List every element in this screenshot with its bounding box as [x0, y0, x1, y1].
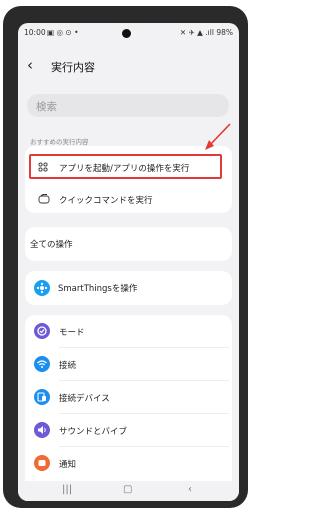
screen: 10:00 ▣ ◎ ⊙ • ✕ ✈ ▲ .ıll 98% ‹ 実行内容 検索 お…: [18, 23, 239, 501]
sound-icon: [34, 422, 50, 438]
list-item-mode[interactable]: モード: [25, 315, 232, 347]
search-input[interactable]: 検索: [27, 94, 229, 117]
mode-icon: [34, 323, 50, 339]
all-operations-label: 全ての操作: [30, 240, 73, 250]
notification-icon: [34, 455, 50, 471]
devices-icon: [34, 389, 50, 405]
quick-command-icon: [38, 194, 50, 204]
recommended-item-label: クイックコマンドを実行: [59, 196, 153, 206]
smartthings-label: SmartThingsを操作: [58, 284, 138, 294]
list-item-sound-vibration[interactable]: サウンドとバイブ: [25, 414, 232, 446]
list-item-connected-devices[interactable]: 接続デバイス: [25, 381, 232, 413]
wifi-icon: [34, 356, 50, 372]
page-title: 実行内容: [51, 61, 95, 74]
home-icon[interactable]: ▢: [123, 484, 132, 495]
recommended-card: アプリを起動/アプリの操作を実行 クイックコマンドを実行: [25, 146, 232, 213]
list-item-label: 接続デバイス: [59, 394, 110, 404]
battery-level: 98%: [216, 28, 233, 37]
list-item-label: サウンドとバイブ: [59, 427, 128, 437]
recommended-item-label: アプリを起動/アプリの操作を実行: [59, 164, 190, 174]
status-bar: 10:00 ▣ ◎ ⊙ • ✕ ✈ ▲ .ıll 98%: [18, 23, 239, 41]
apps-grid-icon: [38, 162, 48, 172]
recommended-item-quick-command[interactable]: クイックコマンドを実行: [25, 192, 232, 207]
list-item-label: 接続: [59, 361, 77, 371]
recommended-item-launch-app[interactable]: アプリを起動/アプリの操作を実行: [25, 154, 232, 179]
recent-apps-icon[interactable]: |||: [62, 484, 72, 495]
all-operations-card[interactable]: 全ての操作: [25, 227, 232, 261]
smartthings-icon: [34, 280, 50, 296]
list-item-label: モード: [59, 328, 85, 338]
list-item-notifications[interactable]: 通知: [25, 447, 232, 479]
list-item-label: 通知: [59, 460, 77, 470]
phone-frame: 10:00 ▣ ◎ ⊙ • ✕ ✈ ▲ .ıll 98% ‹ 実行内容 検索 お…: [3, 6, 248, 508]
status-indicators: ▣ ◎ ⊙ •: [47, 28, 79, 37]
list-item-connection[interactable]: 接続: [25, 348, 232, 380]
recommended-section-label: おすすめの実行内容: [30, 138, 89, 146]
back-nav-icon[interactable]: ‹: [188, 484, 192, 495]
navigation-bar: ||| ▢ ‹: [18, 481, 239, 501]
back-icon[interactable]: ‹: [27, 56, 33, 74]
status-icons-right: ✕ ✈ ▲ .ıll: [179, 28, 214, 37]
status-right: ✕ ✈ ▲ .ıll 98%: [180, 28, 233, 37]
settings-list-card: モード 接続 接続デバイス サウンドとバイブ 通知: [25, 315, 232, 490]
annotation-arrow: [205, 123, 231, 150]
smartthings-card[interactable]: SmartThingsを操作: [25, 271, 232, 305]
status-time: 10:00: [24, 28, 46, 37]
front-camera: [122, 29, 131, 38]
search-placeholder: 検索: [36, 101, 57, 113]
header: ‹ 実行内容: [18, 54, 239, 80]
